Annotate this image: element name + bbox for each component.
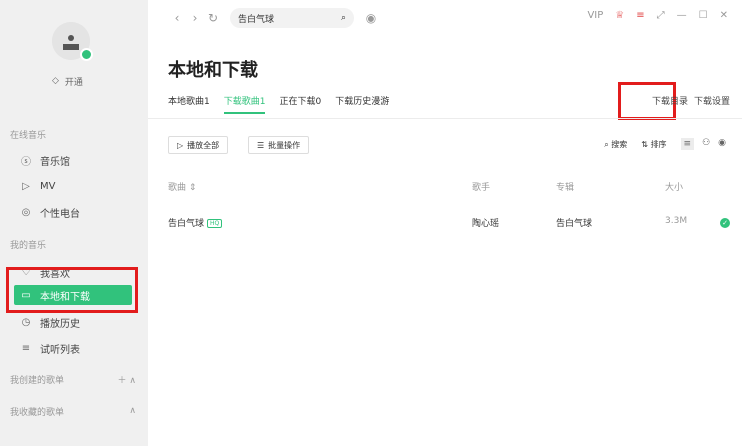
download-directory-link[interactable]: 下载目录 — [652, 94, 688, 107]
downloaded-check-icon: ✓ — [720, 218, 730, 228]
list-icon: ☰ — [257, 140, 265, 150]
play-all-button[interactable]: ▷ 播放全部 — [168, 136, 229, 154]
window-controls: VIP ♕ ≡ ⤢ — ☐ ✕ — [587, 10, 728, 21]
sidebar-item-label: 个性电台 — [40, 208, 80, 220]
tab-downloading[interactable]: 正在下载0 — [279, 94, 321, 114]
sidebar-item-label: MV — [40, 180, 56, 192]
divider — [148, 118, 742, 119]
list-tools: ⌕ 搜索 ⇅ 排序 ≡ ⚇ ◉ — [604, 138, 726, 150]
sidebar-item-mv[interactable]: ▷ MV — [14, 176, 132, 196]
col-song-header[interactable]: 歌曲 ⇕ — [168, 180, 196, 193]
col-artist-header: 歌手 — [472, 183, 491, 193]
heart-icon: ♡ — [21, 266, 31, 278]
created-playlists-label: 我创建的歌单 — [10, 375, 65, 386]
created-playlists-header[interactable]: 我创建的歌单 ＋ ∧ — [10, 372, 136, 386]
cell-album[interactable]: 告白气球 — [556, 216, 592, 229]
monitor-icon: ▭ — [21, 289, 31, 301]
sidebar-item-radio[interactable]: ◎ 个性电台 — [14, 202, 132, 222]
collected-playlists-label: 我收藏的歌单 — [10, 407, 65, 418]
search-box[interactable]: ⌕ — [230, 8, 354, 28]
song-title: 告白气球 — [168, 219, 205, 229]
batch-operation-label: 批量操作 — [268, 140, 301, 150]
search-list-button[interactable]: ⌕ 搜索 — [604, 139, 627, 150]
mv-icon: ▷ — [22, 180, 30, 192]
sidebar-item-music-hall[interactable]: ⓢ 音乐馆 — [14, 150, 132, 170]
sidebar-item-label: 音乐馆 — [40, 156, 70, 168]
minimize-icon[interactable]: — — [677, 10, 687, 21]
sidebar-item-history[interactable]: ◷ 播放历史 — [14, 312, 132, 332]
sidebar-item-label: 我喜欢 — [40, 268, 70, 280]
list-view-icon[interactable]: ≡ — [680, 138, 695, 150]
artist-view-icon[interactable]: ⚇ — [702, 138, 710, 150]
tab-downloaded-songs[interactable]: 下载歌曲1 — [223, 94, 266, 114]
play-all-label: 播放全部 — [187, 140, 220, 150]
sort-button[interactable]: ⇅ 排序 — [641, 139, 666, 150]
section-my-music: 我的音乐 — [10, 241, 47, 251]
sidebar-item-favorites[interactable]: ♡ 我喜欢 — [14, 262, 132, 282]
back-icon[interactable]: ‹ — [168, 11, 186, 25]
col-song-label: 歌曲 — [168, 183, 187, 193]
add-and-collapse-icons[interactable]: ＋ ∧ — [118, 373, 136, 386]
mini-mode-icon[interactable]: ⤢ — [657, 10, 665, 21]
cell-song[interactable]: 告白气球 HQ — [168, 216, 223, 229]
radio-icon: ◎ — [21, 206, 31, 218]
collapse-icon[interactable]: ∧ — [129, 406, 136, 416]
collected-playlists-header[interactable]: 我收藏的歌单 ∧ — [10, 404, 136, 418]
close-icon[interactable]: ✕ — [720, 10, 728, 21]
col-album-header: 专辑 — [556, 183, 575, 193]
recognize-icon[interactable]: ◉ — [362, 11, 380, 25]
sidebar-item-local-download[interactable]: ▭ 本地和下载 — [14, 285, 132, 305]
cell-artist[interactable]: 陶心瑶 — [472, 216, 499, 229]
avatar[interactable] — [52, 22, 93, 61]
refresh-icon[interactable]: ↻ — [204, 11, 222, 25]
batch-operation-button[interactable]: ☰ 批量操作 — [248, 136, 310, 154]
tab-local-songs[interactable]: 本地歌曲1 — [168, 94, 210, 114]
forward-icon[interactable]: › — [186, 11, 204, 25]
music-hall-icon: ⓢ — [21, 156, 31, 168]
section-online-music: 在线音乐 — [10, 131, 47, 141]
search-icon[interactable]: ⌕ — [341, 13, 346, 23]
view-toggle: ≡ ⚇ ◉ — [680, 138, 726, 150]
message-icon[interactable]: ≡ — [636, 10, 644, 21]
quality-badge: HQ — [207, 219, 223, 228]
search-input[interactable] — [238, 13, 318, 23]
col-size-header: 大小 — [665, 183, 684, 193]
vip-open[interactable]: ◇ 开通 — [52, 74, 83, 88]
sort-icon: ⇅ — [641, 139, 648, 149]
album-view-icon[interactable]: ◉ — [718, 138, 726, 150]
download-settings-link[interactable]: 下载设置 — [694, 94, 730, 107]
sidebar-item-label: 本地和下载 — [40, 291, 90, 303]
tab-download-history[interactable]: 下载历史漫游 — [335, 94, 389, 114]
sidebar: ◇ 开通 在线音乐 ⓢ 音乐馆 ▷ MV ◎ 个性电台 我的音乐 ♡ 我喜欢 ▭… — [0, 0, 148, 446]
download-links: 下载目录 下载设置 — [652, 94, 730, 107]
sidebar-item-label: 试听列表 — [40, 344, 80, 356]
cell-size: 3.3M — [665, 216, 688, 226]
vip-open-label: 开通 — [64, 77, 83, 88]
playlist-icon: ≡ — [21, 342, 31, 354]
sort-arrows-icon: ⇕ — [188, 183, 197, 193]
maximize-icon[interactable]: ☐ — [699, 10, 708, 21]
search-list-label: 搜索 — [611, 139, 628, 149]
vip-link[interactable]: VIP — [587, 10, 603, 21]
play-icon: ▷ — [177, 140, 184, 150]
online-badge — [80, 48, 93, 61]
sort-label: 排序 — [650, 139, 667, 149]
skin-icon[interactable]: ♕ — [615, 10, 624, 21]
page-title: 本地和下载 — [168, 60, 258, 81]
sidebar-item-trial-list[interactable]: ≡ 试听列表 — [14, 338, 132, 358]
tab-bar: 本地歌曲1 下载歌曲1 正在下载0 下载历史漫游 — [168, 94, 389, 114]
clock-icon: ◷ — [21, 316, 31, 328]
search-icon: ⌕ — [604, 139, 609, 149]
sidebar-item-label: 播放历史 — [40, 318, 80, 330]
diamond-icon: ◇ — [52, 76, 59, 86]
